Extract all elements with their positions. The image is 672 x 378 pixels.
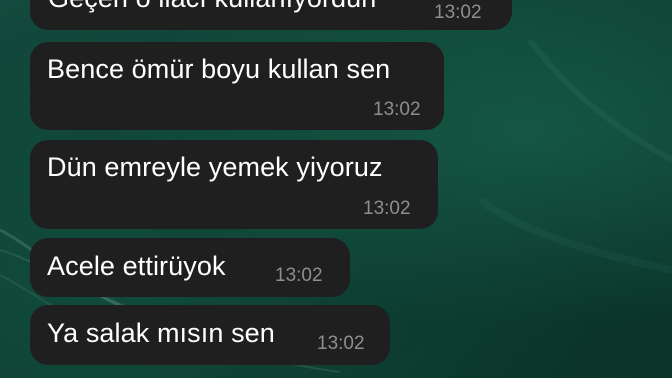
- message-text: Ya salak mısın sen: [47, 318, 275, 348]
- message-bubble[interactable]: Bence ömür boyu kullan sen 13:02: [30, 42, 444, 130]
- message-bubble[interactable]: Dün emreyle yemek yiyoruz 13:02: [30, 140, 438, 229]
- message-bubble[interactable]: Geçen o ilacı kullanıyordun 13:02: [30, 0, 512, 30]
- message-text: Acele ettirüyok: [47, 251, 226, 281]
- message-bubble[interactable]: Acele ettirüyok 13:02: [30, 238, 350, 297]
- message-timestamp: 13:02: [434, 2, 482, 23]
- message-text: Bence ömür boyu kullan sen: [47, 54, 391, 84]
- message-timestamp: 13:02: [317, 333, 365, 354]
- message-timestamp: 13:02: [275, 265, 323, 286]
- message-text: Geçen o ilacı kullanıyordun: [48, 0, 376, 14]
- message-timestamp: 13:02: [363, 198, 411, 219]
- message-bubble[interactable]: Ya salak mısın sen 13:02: [30, 305, 390, 365]
- message-timestamp: 13:02: [373, 99, 421, 120]
- message-text: Dün emreyle yemek yiyoruz: [47, 152, 383, 182]
